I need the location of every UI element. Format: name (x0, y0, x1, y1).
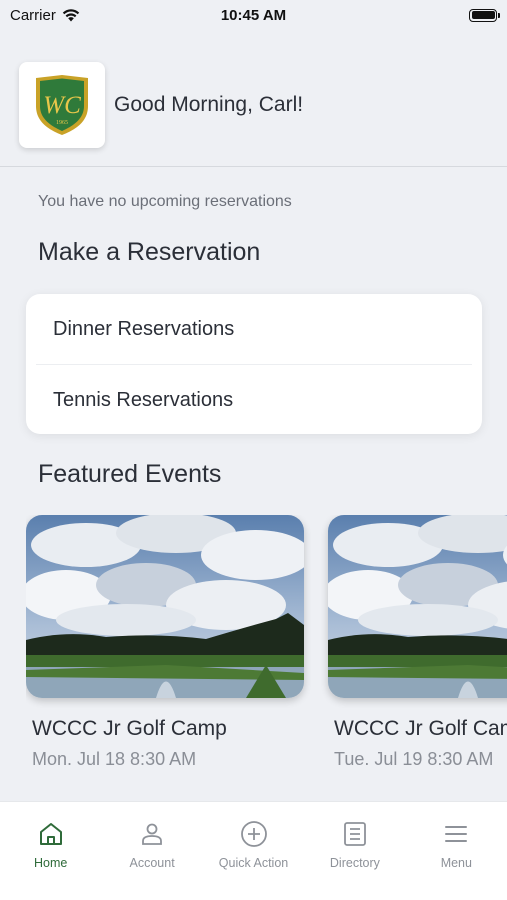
event-title: WCCC Jr Golf Camp (334, 717, 507, 740)
hamburger-icon (442, 820, 470, 848)
tab-account[interactable]: Account (101, 802, 202, 900)
event-title: WCCC Jr Golf Camp (32, 717, 227, 740)
battery-icon (469, 8, 500, 22)
wifi-icon (62, 9, 80, 22)
header-divider (0, 166, 507, 167)
header: WC 1965 Good Morning, Carl! (19, 62, 303, 148)
plus-circle-icon (240, 820, 268, 848)
event-image (328, 515, 507, 698)
status-bar: Carrier 10:45 AM (0, 0, 507, 30)
tab-label: Account (129, 856, 175, 870)
person-icon (138, 820, 166, 848)
tab-quick-action[interactable]: Quick Action (203, 802, 304, 900)
reservation-card: Dinner Reservations Tennis Reservations (26, 294, 482, 434)
no-reservations-message: You have no upcoming reservations (38, 193, 292, 210)
tab-label: Quick Action (218, 856, 289, 870)
greeting: Good Morning, Carl! (114, 93, 304, 116)
event-image (26, 515, 304, 698)
logo-year: 1965 (56, 120, 68, 126)
tab-home[interactable]: Home (0, 802, 101, 900)
dinner-reservations-button[interactable]: Dinner Reservations (26, 294, 482, 364)
tab-label: Home (34, 856, 68, 870)
carrier-label: Carrier (10, 6, 56, 24)
featured-events-carousel[interactable]: WCCC Jr Golf Camp Mon. Jul 18 8:30 AM WC… (26, 515, 507, 785)
featured-events-title: Featured Events (38, 460, 222, 488)
list-icon (341, 820, 369, 848)
tennis-reservations-button[interactable]: Tennis Reservations (26, 365, 482, 434)
make-reservation-title: Make a Reservation (38, 238, 261, 266)
tab-directory[interactable]: Directory (304, 802, 405, 900)
event-date: Tue. Jul 19 8:30 AM (334, 749, 494, 769)
crest-icon: WC 1965 (36, 75, 88, 135)
event-date: Mon. Jul 18 8:30 AM (32, 749, 197, 769)
home-icon (37, 820, 65, 848)
tab-menu[interactable]: Menu (406, 802, 507, 900)
tab-label: Directory (329, 856, 380, 870)
logo-text: WC (43, 92, 81, 119)
tab-bar: Home Account Quick Action Directory Menu (0, 801, 507, 900)
event-card[interactable]: WCCC Jr Golf Camp Mon. Jul 18 8:30 AM (26, 515, 304, 770)
tab-label: Menu (440, 856, 472, 870)
club-logo: WC 1965 (19, 62, 105, 148)
event-card[interactable]: WCCC Jr Golf Camp Tue. Jul 19 8:30 AM (328, 515, 507, 770)
